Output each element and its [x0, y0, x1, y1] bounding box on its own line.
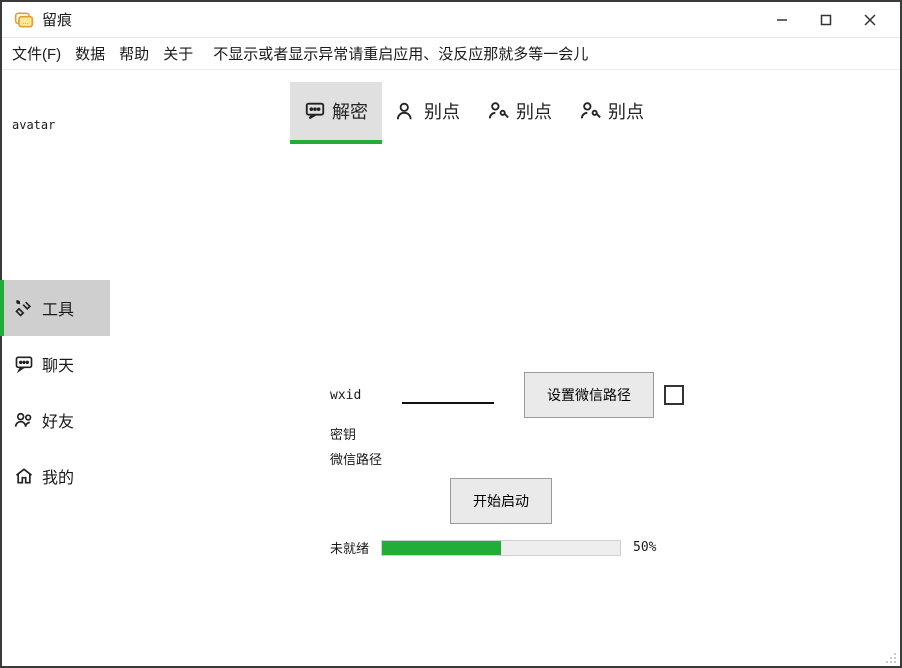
tab-label: 解密 — [332, 98, 368, 124]
sidebar-item-label: 聊天 — [42, 352, 74, 376]
titlebar: … 留痕 — [2, 2, 900, 38]
wrench-icon — [14, 298, 34, 318]
menu-file[interactable]: 文件(F) — [12, 43, 61, 64]
menu-hint-text: 不显示或者显示异常请重启应用、没反应那就多等一会儿 — [213, 43, 588, 64]
home-icon — [14, 466, 34, 486]
maximize-button[interactable] — [804, 6, 848, 34]
tab-label: 别点 — [608, 98, 644, 124]
menubar: 文件(F) 数据 帮助 关于 不显示或者显示异常请重启应用、没反应那就多等一会儿 — [2, 38, 900, 70]
menu-about[interactable]: 关于 — [163, 43, 193, 64]
resize-grip[interactable] — [885, 651, 897, 663]
sidebar: avatar 工具 聊天 — [2, 70, 110, 666]
tab-dontclick-1[interactable]: 别点 — [382, 82, 474, 140]
avatar: avatar — [2, 70, 110, 180]
progress-status: 未就绪 — [330, 538, 369, 557]
tab-bar: 解密 别点 别点 — [290, 82, 900, 140]
wxid-label: wxid — [330, 388, 402, 403]
wechat-path-label: 微信路径 — [330, 449, 382, 468]
sidebar-item-tools[interactable]: 工具 — [2, 280, 110, 336]
main-panel: 解密 别点 别点 — [110, 70, 900, 666]
set-path-button[interactable]: 设置微信路径 — [524, 372, 654, 418]
sidebar-item-label: 我的 — [42, 464, 74, 488]
person-key-icon — [488, 100, 510, 122]
sidebar-item-label: 工具 — [42, 296, 74, 320]
menu-data[interactable]: 数据 — [75, 43, 105, 64]
form-area: wxid 设置微信路径 密钥 微信路径 开始启动 未就绪 50 — [330, 372, 820, 557]
chat-icon — [14, 354, 34, 374]
app-icon: … — [14, 10, 34, 30]
sidebar-item-friends[interactable]: 好友 — [2, 392, 110, 448]
chat-bubble-icon — [304, 100, 326, 122]
minimize-button[interactable] — [760, 6, 804, 34]
wxid-input[interactable] — [402, 386, 494, 404]
path-checkbox[interactable] — [664, 385, 684, 405]
avatar-text: avatar — [12, 118, 55, 132]
tab-label: 别点 — [516, 98, 552, 124]
sidebar-item-chat[interactable]: 聊天 — [2, 336, 110, 392]
start-button[interactable]: 开始启动 — [450, 478, 552, 524]
menu-help[interactable]: 帮助 — [119, 43, 149, 64]
people-icon — [14, 410, 34, 430]
window-controls — [760, 6, 892, 34]
sidebar-item-label: 好友 — [42, 408, 74, 432]
person-icon — [396, 100, 418, 122]
progress-bar — [381, 540, 621, 556]
tab-label: 别点 — [424, 98, 460, 124]
key-label: 密钥 — [330, 424, 402, 443]
app-title: 留痕 — [42, 9, 72, 30]
tab-dontclick-3[interactable]: 别点 — [566, 82, 658, 140]
progress-percent: 50% — [633, 540, 656, 555]
progress-fill — [382, 541, 501, 555]
tab-dontclick-2[interactable]: 别点 — [474, 82, 566, 140]
sidebar-item-mine[interactable]: 我的 — [2, 448, 110, 504]
svg-text:…: … — [22, 19, 29, 26]
person-key-icon — [580, 100, 602, 122]
close-button[interactable] — [848, 6, 892, 34]
tab-decrypt[interactable]: 解密 — [290, 82, 382, 140]
